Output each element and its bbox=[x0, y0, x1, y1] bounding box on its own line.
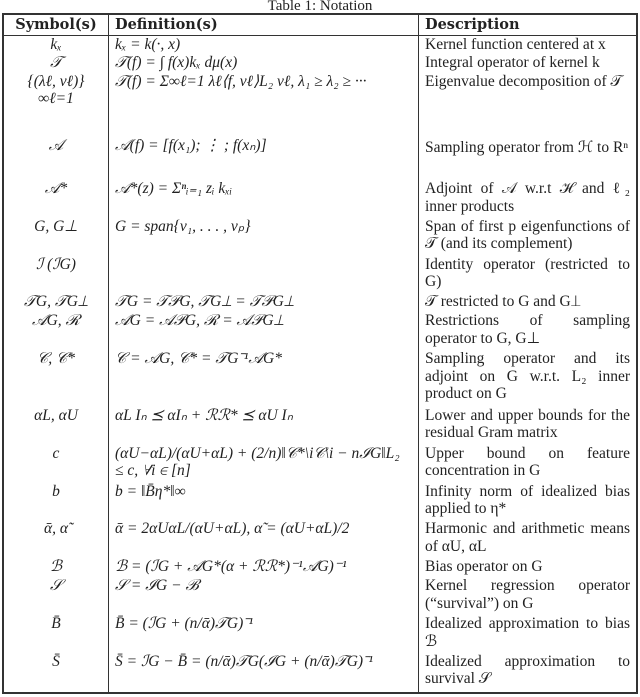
row-symbol: S̄ bbox=[3, 652, 109, 693]
table-row: αL, αU αL Iₙ ⪯ αIₙ + ℛℛ* ⪯ αU Iₙ Lower and… bbox=[3, 406, 637, 445]
table-row: B̄ B̄ = (ℐG + (n/ᾱ)𝒯G)⁻¹ Idealized approxi… bbox=[3, 615, 637, 653]
row-description: Idealized approximation to survival 𝒮 bbox=[425, 652, 630, 688]
row-definition: 𝒯(f) = ∫ f(x)kₓ dμ(x) bbox=[108, 53, 419, 73]
row-symbol: 𝒞, 𝒞* bbox=[3, 350, 109, 407]
row-description: Restrictions of sampling operator to G, … bbox=[425, 312, 630, 347]
row-description: Bias operator on G bbox=[425, 558, 543, 576]
row-definition: αL Iₙ ⪯ αIₙ + ℛℛ* ⪯ αU Iₙ bbox=[108, 406, 419, 445]
row-symbol: kₓ bbox=[3, 35, 109, 54]
row-symbol: c bbox=[3, 444, 109, 483]
header-description: Description bbox=[418, 14, 637, 36]
table-row: kₓ kₓ = k(·, x) Kernel function centered a… bbox=[3, 35, 637, 54]
row-definition: 𝒞 = 𝒜G, 𝒞* = 𝒯G⁻¹𝒜G* bbox=[108, 350, 419, 407]
table-row: ᾱ, α̃ ᾱ = 2αUαL/(αU+αL), α̃ = (αU+αL)/2 Ha… bbox=[3, 520, 637, 559]
row-symbol: ℬ bbox=[3, 558, 109, 578]
row-definition bbox=[108, 255, 419, 294]
table-row: 𝒜 𝒜(f) = [f(x₁); ⋮ ; f(xₙ)] Sampling opera… bbox=[3, 110, 637, 180]
table-row: 𝒯 𝒯(f) = ∫ f(x)kₓ dμ(x) Integral operator … bbox=[3, 53, 637, 73]
table-row: 𝒮𝒮 = ℐG − ℬ Kernel regression operator (“… bbox=[3, 577, 637, 616]
row-description: 𝒯 restricted to G and G⊥ bbox=[425, 293, 581, 311]
row-symbol: b bbox=[3, 482, 109, 521]
row-symbol: G, G⊥ bbox=[3, 217, 109, 256]
row-symbol: {(λℓ, vℓ)}∞ℓ=1 bbox=[3, 72, 109, 111]
table-row: 𝒜G, ℛ 𝒜G = 𝒜𝒫G, ℛ = 𝒜𝒫G⊥ Restrictions of s… bbox=[3, 312, 637, 351]
row-symbol: 𝒜G, ℛ bbox=[3, 312, 109, 351]
table-body: kₓ kₓ = k(·, x) Kernel function centered a… bbox=[3, 35, 637, 693]
row-symbol: 𝒜 bbox=[3, 110, 109, 180]
table-row: 𝒯G, 𝒯G⊥ 𝒯G = 𝒯𝒫G, 𝒯G⊥ = 𝒯𝒫G⊥ 𝒯 restricted … bbox=[3, 293, 637, 313]
row-description: Lower and upper bounds for the residual … bbox=[425, 406, 630, 442]
row-description: Span of first p eigenfunctions of 𝒯 (and… bbox=[425, 217, 630, 253]
row-description: Sampling operator and its adjoint on G w… bbox=[425, 350, 630, 403]
table-row: 𝒜* 𝒜*(z) = Σⁿᵢ₌₁ zᵢ kₓᵢ Adjoint of 𝒜 w.r.t… bbox=[3, 180, 637, 218]
row-description: Sampling operator from ℋ to Rⁿ bbox=[425, 138, 629, 156]
row-definition: kₓ = k(·, x) bbox=[108, 35, 419, 54]
row-symbol: 𝒯 bbox=[3, 53, 109, 73]
row-symbol: 𝒮 bbox=[3, 577, 109, 616]
header-definition: Definition(s) bbox=[108, 14, 419, 36]
row-description: Upper bound on feature concentration in … bbox=[425, 444, 630, 480]
table-row: c (αU−αL)/(αU+αL) + (2/n)‖𝒞*\i𝒞\i − nℐG‖L… bbox=[3, 444, 637, 483]
row-description: Harmonic and arithmetic means of αU, αL bbox=[425, 520, 630, 555]
row-definition: 𝒜*(z) = Σⁿᵢ₌₁ zᵢ kₓᵢ bbox=[108, 180, 419, 218]
table-row: bb = ‖B̄η*‖∞ Infinity norm of idealized b… bbox=[3, 482, 637, 521]
row-definition: ᾱ = 2αUαL/(αU+αL), α̃ = (αU+αL)/2 bbox=[108, 520, 419, 559]
row-definition: 𝒯(f) = Σ∞ℓ=1 λℓ⟨f, vℓ⟩L₂ vℓ, λ₁ ≥ λ₂ ≥ ·… bbox=[108, 72, 419, 111]
row-definition: (αU−αL)/(αU+αL) + (2/n)‖𝒞*\i𝒞\i − nℐG‖L₂… bbox=[108, 444, 419, 483]
row-definition: G = span{v₁, . . . , vₚ} bbox=[108, 217, 419, 256]
row-description: Idealized approximation to bias ℬ bbox=[425, 615, 630, 650]
table-row: {(λℓ, vℓ)}∞ℓ=1 𝒯(f) = Σ∞ℓ=1 λℓ⟨f, vℓ⟩L₂ v… bbox=[3, 72, 637, 111]
row-symbol: 𝒯G, 𝒯G⊥ bbox=[3, 293, 109, 313]
table-row: S̄ S̄ = ℐG − B̄ = (n/ᾱ)𝒯G(ℐG + (n/ᾱ)𝒯G)⁻¹… bbox=[3, 652, 637, 693]
row-definition: 𝒮 = ℐG − ℬ bbox=[108, 577, 419, 616]
row-definition: b = ‖B̄η*‖∞ bbox=[108, 482, 419, 521]
row-definition: B̄ = (ℐG + (n/ᾱ)𝒯G)⁻¹ bbox=[108, 615, 419, 653]
table-row: 𝒞, 𝒞* 𝒞 = 𝒜G, 𝒞* = 𝒯G⁻¹𝒜G* Sampling operat… bbox=[3, 350, 637, 407]
row-definition: 𝒯G = 𝒯𝒫G, 𝒯G⊥ = 𝒯𝒫G⊥ bbox=[108, 293, 419, 313]
row-definition: S̄ = ℐG − B̄ = (n/ᾱ)𝒯G(ℐG + (n/ᾱ)𝒯G)⁻¹ bbox=[108, 652, 419, 693]
row-symbol: ℐ (ℐG) bbox=[3, 255, 109, 294]
row-description: Integral operator of kernel k bbox=[425, 53, 600, 71]
table-caption: Table 1: Notation bbox=[267, 0, 373, 14]
row-symbol: 𝒜* bbox=[3, 180, 109, 218]
row-description: Adjoint of 𝒜 w.r.t ℋ and ℓ₂ inner produc… bbox=[425, 180, 630, 215]
row-description: Kernel regression operator (“survival”) … bbox=[425, 577, 630, 612]
row-symbol: B̄ bbox=[3, 615, 109, 653]
notation-table: Symbol(s) Definition(s) Description kₓ kₓ… bbox=[2, 13, 638, 694]
table-row: ℐ (ℐG) Identity operator (restricted to G… bbox=[3, 255, 637, 294]
row-definition: 𝒜G = 𝒜𝒫G, ℛ = 𝒜𝒫G⊥ bbox=[108, 312, 419, 351]
table-row: ℬℬ = (ℐG + 𝒜G*(α + ℛℛ*)⁻¹𝒜G)⁻¹ Bias opera… bbox=[3, 558, 637, 578]
table-header-row: Symbol(s) Definition(s) Description bbox=[3, 14, 637, 36]
row-description: Kernel function centered at x bbox=[425, 35, 606, 53]
row-definition: ℬ = (ℐG + 𝒜G*(α + ℛℛ*)⁻¹𝒜G)⁻¹ bbox=[108, 558, 419, 578]
table-row: G, G⊥ G = span{v₁, . . . , vₚ} Span of fir… bbox=[3, 217, 637, 256]
row-symbol: αL, αU bbox=[3, 406, 109, 445]
row-symbol: ᾱ, α̃ bbox=[3, 520, 109, 559]
header-symbol: Symbol(s) bbox=[3, 14, 109, 36]
row-description: Infinity norm of idealized bias applied … bbox=[425, 482, 630, 518]
row-description: Identity operator (restricted to G) bbox=[425, 255, 630, 291]
row-definition: 𝒜(f) = [f(x₁); ⋮ ; f(xₙ)] bbox=[108, 110, 419, 180]
row-description: Eigenvalue decomposition of 𝒯 bbox=[425, 72, 623, 90]
